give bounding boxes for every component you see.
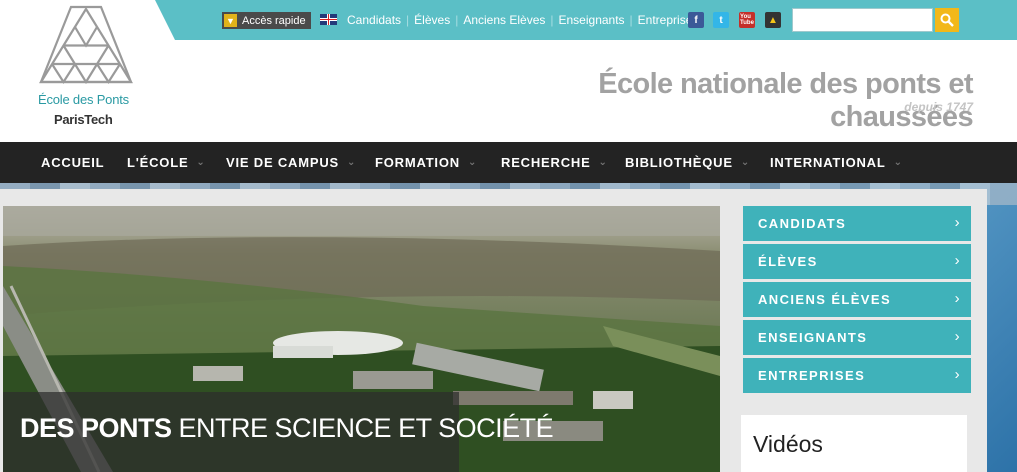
chevron-down-icon: ⌄ [467,157,478,168]
logo-line-1: École des Ponts [38,92,129,107]
chevron-down-icon: ⌄ [740,157,751,168]
english-flag-icon[interactable] [320,14,337,25]
side-link-entreprises[interactable]: ENTREPRISES › [743,358,971,393]
chevron-right-icon: › [954,290,961,307]
nav-formation[interactable]: FORMATION ⌄ [375,142,477,183]
audience-links: Candidats | Élèves | Anciens Elèves | En… [347,13,698,27]
separator: | [550,13,554,27]
toplink-eleves[interactable]: Élèves [414,13,450,27]
side-link-candidats[interactable]: CANDIDATS › [743,206,971,241]
side-link-enseignants[interactable]: ENSEIGNANTS › [743,320,971,355]
toplink-enseignants[interactable]: Enseignants [559,13,625,27]
chevron-down-icon: ⌄ [346,157,357,168]
twitter-icon[interactable]: t [713,12,729,28]
toplink-candidats[interactable]: Candidats [347,13,401,27]
search-icon [940,13,954,27]
nav-label: INTERNATIONAL [770,155,886,170]
side-link-label: ANCIENS ÉLÈVES [758,292,892,307]
nav-label: FORMATION [375,155,460,170]
other-social-icon[interactable]: ▲ [765,12,781,28]
nav-vie-de-campus[interactable]: VIE DE CAMPUS ⌄ [226,142,356,183]
quick-access-label: Accès rapide [242,14,306,27]
chevron-right-icon: › [954,214,961,231]
side-link-label: ÉLÈVES [758,254,818,269]
chevron-right-icon: › [954,252,961,269]
nav-international[interactable]: INTERNATIONAL ⌄ [770,142,903,183]
main-nav: ACCUEIL L'ÉCOLE ⌄ VIE DE CAMPUS ⌄ FORMAT… [0,142,1017,183]
search-input[interactable] [792,8,933,32]
chevron-right-icon: › [954,366,961,383]
side-link-label: CANDIDATS [758,216,847,231]
nav-label: ACCUEIL [41,155,105,170]
nav-bibliotheque[interactable]: BIBLIOTHÈQUE ⌄ [625,142,750,183]
search-button[interactable] [935,8,959,32]
hero-caption-rest: ENTRE SCIENCE ET SOCIÉTÉ [171,413,554,443]
logo-line-2: ParisTech [54,112,113,127]
separator: | [406,13,410,27]
nav-label: RECHERCHE [501,155,591,170]
quick-access-button[interactable]: ▼ Accès rapide [222,12,311,29]
nav-ecole[interactable]: L'ÉCOLE ⌄ [127,142,206,183]
toplink-anciens-eleves[interactable]: Anciens Elèves [463,13,545,27]
hero-caption-bold: DES PONTS [20,413,172,443]
nav-recherche[interactable]: RECHERCHE ⌄ [501,142,608,183]
nav-label: L'ÉCOLE [127,155,189,170]
site-subtitle: depuis 1747 [904,100,973,114]
chevron-down-icon: ⌄ [598,157,608,168]
chevron-right-icon: › [954,328,961,345]
nav-label: BIBLIOTHÈQUE [625,155,733,170]
hero-caption[interactable]: DES PONTS ENTRE SCIENCE ET SOCIÉTÉ [20,413,554,444]
side-link-anciens-eleves[interactable]: ANCIENS ÉLÈVES › [743,282,971,317]
separator: | [629,13,633,27]
side-link-label: ENSEIGNANTS [758,330,868,345]
chevron-down-icon: ▼ [224,14,237,27]
facebook-icon[interactable]: f [688,12,704,28]
nav-label: VIE DE CAMPUS [226,155,339,170]
chevron-down-icon: ⌄ [893,157,903,168]
youtube-icon[interactable]: You Tube [739,12,755,28]
side-link-eleves[interactable]: ÉLÈVES › [743,244,971,279]
nav-accueil[interactable]: ACCUEIL [41,142,104,183]
separator: | [455,13,459,27]
side-link-label: ENTREPRISES [758,368,866,383]
chevron-down-icon: ⌄ [196,157,206,168]
videos-title: Vidéos [753,431,823,457]
